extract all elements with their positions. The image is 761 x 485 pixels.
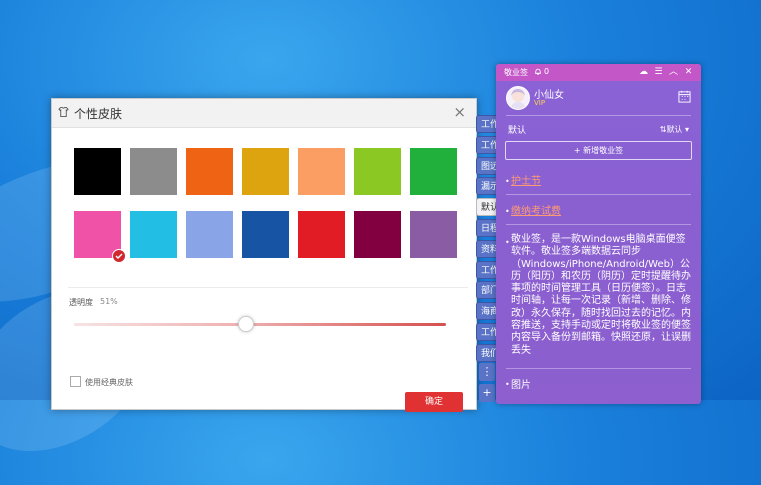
opacity-slider-track[interactable] [74, 323, 446, 326]
category-tab[interactable]: 工作 [476, 323, 498, 341]
skin-dialog-title: 个性皮肤 [74, 107, 123, 121]
avatar-image [510, 89, 526, 109]
color-swatch[interactable] [242, 148, 289, 195]
note-panel: 敬业签 0 ☁ ☰ ︿ ✕ 小仙女 VIP 默认 ⇅默认 ▾ + 新增敬业签 •… [496, 64, 701, 404]
add-tab-button[interactable]: + [479, 384, 495, 402]
bullet: • [505, 238, 510, 247]
opacity-slider-thumb[interactable] [237, 316, 254, 332]
category-tab[interactable]: 工作 [476, 260, 498, 279]
calendar-icon[interactable] [678, 90, 691, 103]
bullet: • [505, 177, 510, 186]
color-swatch[interactable] [186, 148, 233, 195]
collapse-icon[interactable]: ︿ [668, 66, 679, 78]
color-swatch[interactable] [130, 148, 177, 195]
shirt-icon [58, 106, 69, 118]
add-note-button[interactable]: + 新增敬业签 [505, 141, 692, 160]
note-item-text: 护士节 [511, 176, 541, 187]
note-body-text[interactable]: 敬业签，是一款Windows电脑桌面便签软件。敬业签多端数据云同步（Window… [511, 234, 693, 357]
category-tab[interactable]: 资料 [476, 239, 498, 258]
color-swatch[interactable] [298, 211, 345, 258]
note-item-text: 缴纳考试费 [511, 206, 561, 217]
color-swatch[interactable] [186, 211, 233, 258]
skin-dialog: 个性皮肤 × 透明度 51% 使用经典皮肤 确定 [51, 98, 477, 412]
notification-count: 0 [544, 67, 550, 76]
close-button[interactable]: × [453, 103, 466, 121]
color-swatch[interactable] [298, 148, 345, 195]
color-swatch[interactable] [410, 211, 457, 258]
cloud-sync-icon[interactable]: ☁ [638, 66, 649, 78]
bell-icon[interactable] [534, 67, 542, 76]
divider [506, 368, 691, 369]
color-swatch[interactable] [354, 148, 401, 195]
category-tab[interactable]: 我们 [476, 343, 498, 362]
divider [68, 287, 468, 288]
avatar[interactable] [506, 86, 530, 110]
color-swatch[interactable] [242, 211, 289, 258]
category-tab[interactable]: 海商 [476, 302, 498, 321]
color-swatch[interactable] [130, 211, 177, 258]
app-title: 敬业签 [504, 68, 528, 77]
bullet: • [505, 207, 510, 216]
color-swatch[interactable] [74, 148, 121, 195]
classic-skin-label: 使用经典皮肤 [85, 378, 133, 387]
close-panel-icon[interactable]: ✕ [683, 66, 694, 78]
note-item[interactable]: • 缴纳考试费 [505, 202, 692, 217]
opacity-value: 51% [100, 297, 118, 306]
menu-icon[interactable]: ☰ [653, 66, 664, 78]
category-tab[interactable]: 默认 [476, 198, 498, 217]
category-tab[interactable]: 工作 [476, 115, 498, 133]
color-swatch[interactable] [74, 211, 126, 263]
classic-skin-checkbox[interactable] [70, 376, 81, 387]
confirm-button[interactable]: 确定 [405, 392, 463, 412]
pictures-label[interactable]: 图片 [511, 376, 531, 391]
selected-check-icon [112, 249, 126, 263]
bullet: • [505, 380, 510, 389]
more-tabs-button[interactable]: ⋮ [479, 363, 495, 381]
color-swatch[interactable] [410, 148, 457, 195]
sort-dropdown[interactable]: ⇅默认 ▾ [660, 124, 689, 135]
divider [506, 224, 691, 225]
category-tab[interactable]: 部门 [476, 281, 498, 300]
note-item[interactable]: • 护士节 [505, 172, 692, 187]
category-tab[interactable]: 图远 [476, 156, 498, 175]
skin-dialog-header: 个性皮肤 × [52, 99, 476, 128]
category-tab[interactable]: 工作 [476, 135, 498, 154]
note-panel-titlebar: 敬业签 0 ☁ ☰ ︿ ✕ [496, 64, 701, 81]
divider [506, 115, 691, 116]
category-tab[interactable]: 漏示 [476, 177, 498, 196]
category-tab[interactable]: 日程 [476, 219, 498, 237]
divider [506, 194, 691, 195]
category-label: 默认 [508, 126, 527, 136]
vip-badge: VIP [534, 99, 546, 107]
color-swatch[interactable] [354, 211, 401, 258]
opacity-label: 透明度 [69, 298, 93, 307]
